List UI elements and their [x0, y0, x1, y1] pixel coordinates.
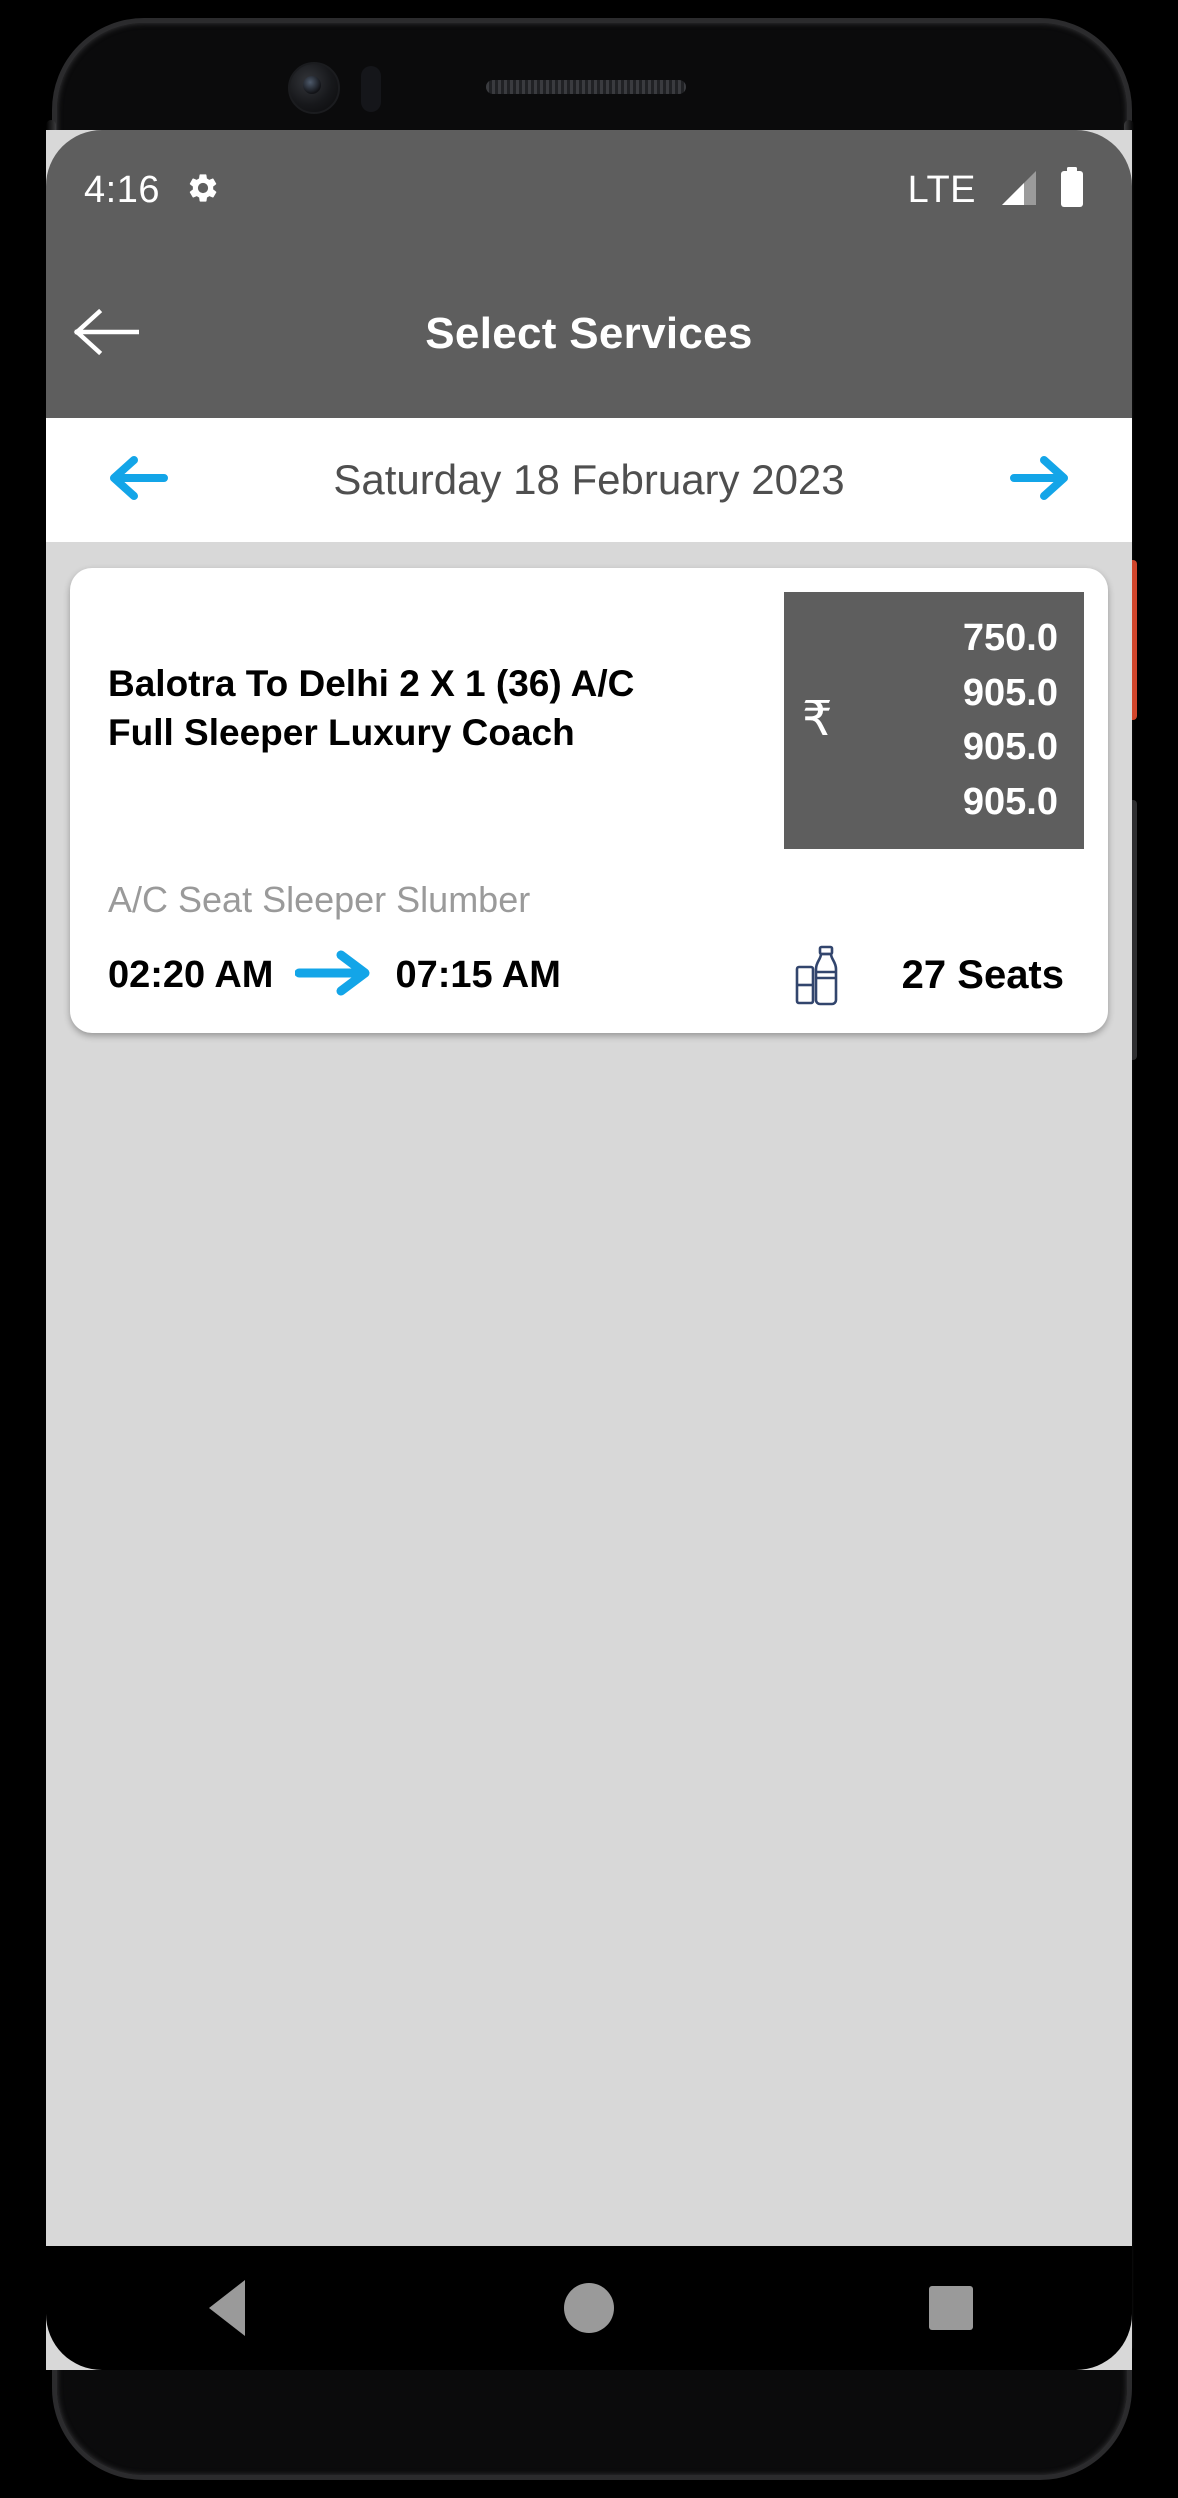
arrow-left-icon — [108, 455, 170, 506]
nav-recents-button[interactable] — [881, 2246, 1021, 2370]
fare-item: 750.0 — [962, 617, 1058, 659]
status-bar: 4:16 LTE — [46, 130, 1132, 250]
fare-list: 750.0 905.0 905.0 905.0 — [853, 614, 1058, 827]
signal-bars-icon — [996, 169, 1038, 212]
phone-screen: 4:16 LTE Select Services Saturday 18 Feb… — [46, 130, 1132, 2370]
card-bottom-row: 02:20 AM 07:15 AM 27 Seats — [70, 921, 1108, 1007]
next-day-button[interactable] — [994, 435, 1084, 525]
fare-item: 905.0 — [962, 726, 1058, 769]
gear-icon — [186, 171, 220, 210]
arrow-right-icon — [294, 949, 373, 1002]
service-title: Balotra To Delhi 2 X 1 (36) A/C Full Sle… — [108, 663, 635, 753]
arrow-right-icon — [1008, 455, 1070, 506]
water-bottle-icon — [794, 945, 846, 1007]
seats-available-label: 27 Seats — [901, 953, 1064, 997]
service-card[interactable]: Balotra To Delhi 2 X 1 (36) A/C Full Sle… — [70, 568, 1108, 1033]
triangle-back-icon — [209, 2280, 245, 2336]
android-navigation-bar — [46, 2246, 1132, 2370]
date-selector: Saturday 18 February 2023 — [46, 418, 1132, 542]
circle-home-icon — [564, 2283, 614, 2333]
bus-type-label: A/C Seat Sleeper Slumber — [108, 878, 531, 920]
service-title-wrap: Balotra To Delhi 2 X 1 (36) A/C Full Sle… — [70, 568, 784, 849]
square-recents-icon — [929, 2286, 973, 2330]
fare-item: 905.0 — [962, 780, 1058, 823]
earpiece-speaker — [486, 80, 686, 94]
app-bar: Select Services — [46, 250, 1132, 418]
network-type-label: LTE — [907, 168, 976, 211]
nav-back-button[interactable] — [157, 2246, 297, 2370]
page-title: Select Services — [425, 309, 753, 358]
departure-time: 02:20 AM — [108, 954, 274, 996]
arrow-left-icon — [73, 308, 140, 361]
battery-full-icon — [1058, 166, 1086, 214]
status-clock: 4:16 — [84, 168, 160, 211]
rupee-icon: ₹ — [802, 693, 833, 747]
services-list: Balotra To Delhi 2 X 1 (36) A/C Full Sle… — [46, 542, 1132, 2294]
card-top-row: Balotra To Delhi 2 X 1 (36) A/C Full Sle… — [70, 568, 1108, 849]
selected-date-label[interactable]: Saturday 18 February 2023 — [184, 456, 994, 504]
proximity-sensor-icon — [361, 66, 381, 112]
arrival-time: 07:15 AM — [395, 954, 561, 996]
status-bar-right: LTE — [907, 166, 1086, 214]
front-camera-icon — [288, 62, 340, 114]
status-bar-left: 4:16 — [84, 169, 220, 212]
journey-times: 02:20 AM 07:15 AM — [108, 949, 561, 1002]
back-button[interactable] — [46, 250, 166, 418]
fare-item: 905.0 — [962, 671, 1058, 714]
device-frame: 4:16 LTE Select Services Saturday 18 Feb… — [0, 0, 1178, 2498]
nav-home-button[interactable] — [519, 2246, 659, 2370]
fare-box: ₹ 750.0 905.0 905.0 905.0 — [784, 592, 1084, 849]
previous-day-button[interactable] — [94, 435, 184, 525]
